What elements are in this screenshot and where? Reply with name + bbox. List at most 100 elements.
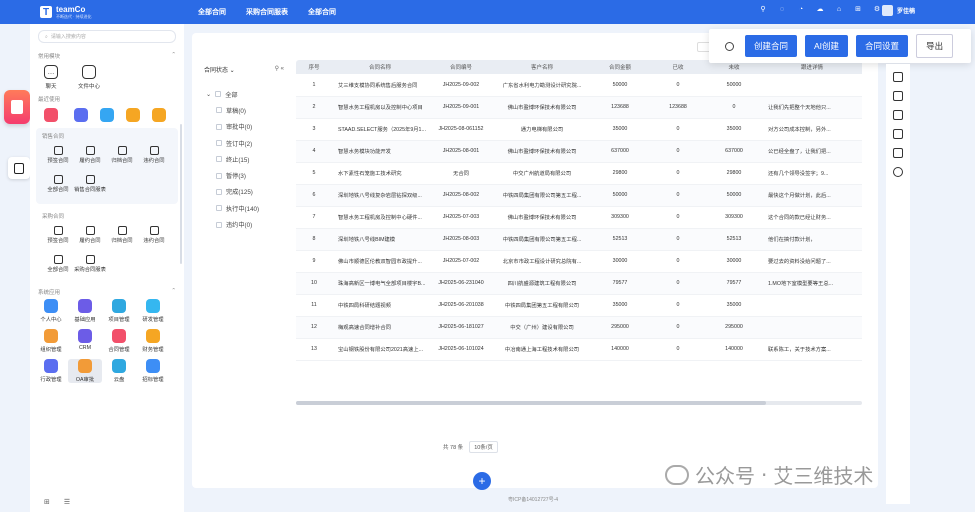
- filter-option-signing[interactable]: 签订中(2): [200, 135, 288, 151]
- column-header[interactable]: 合同编号: [428, 60, 494, 74]
- system-item-cloud[interactable]: 云盘: [102, 358, 136, 383]
- table-row[interactable]: 5 水下素性石笼施工技术研究 无合同 中交广州航道局有限公司 29800 0 29800 还有…: [296, 162, 862, 185]
- gear-icon[interactable]: [893, 167, 903, 177]
- cloud-icon[interactable]: ☁: [816, 6, 824, 14]
- purchase-item-all[interactable]: 全部合同: [42, 254, 74, 274]
- table-row[interactable]: 13 宝山钢铁股份有限公司2021高速上... JH2025-06-101024 中冶…: [296, 338, 862, 361]
- home-icon[interactable]: ⌂: [835, 6, 843, 14]
- sidebar-search-input[interactable]: ⌕ 请输入搜索内容: [38, 30, 176, 43]
- system-item-bid[interactable]: 招标管理: [136, 358, 170, 383]
- system-item-org[interactable]: 组织管理: [34, 328, 68, 353]
- system-item-admin[interactable]: 行政管理: [34, 358, 68, 383]
- sales-item-archive[interactable]: 归档合同: [106, 146, 138, 165]
- column-header[interactable]: 已收: [650, 60, 706, 74]
- contract-settings-button[interactable]: 合同设置: [856, 35, 909, 57]
- grid-view-icon[interactable]: ⊞: [44, 498, 50, 506]
- system-item-personal[interactable]: 个人中心: [34, 298, 68, 323]
- apps-icon[interactable]: ⊞: [854, 6, 862, 14]
- filter-option-breach[interactable]: 违约中(0): [200, 216, 288, 232]
- filter-option-executing[interactable]: 执行中(140): [200, 200, 288, 216]
- table-row[interactable]: 8 深圳地铁八号线BIM建模 JH2025-08-003 中铁四局集团有限公司第五工程…: [296, 228, 862, 251]
- table-row[interactable]: 1 艾三维支模协同系统售后服务合同 JH2025-09-002 广东省水利电力勘测设计…: [296, 74, 862, 97]
- recent-app-2[interactable]: [72, 108, 90, 122]
- pen-icon[interactable]: [893, 148, 903, 158]
- system-item-oa[interactable]: OA审批: [68, 358, 102, 383]
- user-menu[interactable]: 罗佳楠: [881, 5, 915, 16]
- filter-option-terminated[interactable]: 终止(15): [200, 151, 288, 167]
- table-row[interactable]: 2 智慧水务工程机房以及控制中心项目 JH2025-09-001 佛山市盈博环保技术有…: [296, 96, 862, 119]
- collapse-icon[interactable]: «: [281, 66, 284, 72]
- filter-option-paused[interactable]: 暂停(3): [200, 167, 288, 183]
- system-item-finance[interactable]: 财务管理: [136, 328, 170, 353]
- settings-icon[interactable]: ⚙: [873, 6, 881, 14]
- column-header[interactable]: 合同名称: [332, 60, 428, 74]
- filter-title[interactable]: 合同状态 ⌄: [204, 65, 235, 74]
- table-row[interactable]: 12 梅观高速合同增补合同 JH2025-06-181027 中交（广州）建设有限公司…: [296, 316, 862, 339]
- table-row[interactable]: 11 中铁四局科研结题视频 JH2025-06-201038 中铁四局集团第五工程有限…: [296, 294, 862, 317]
- floating-app-icon[interactable]: [4, 90, 30, 124]
- folder-icon[interactable]: [893, 91, 903, 101]
- sales-item-breach[interactable]: 违约合同: [138, 146, 170, 165]
- column-header[interactable]: 序号: [296, 60, 332, 74]
- checkbox[interactable]: [216, 221, 222, 228]
- sales-item-presign[interactable]: 预签合同: [42, 146, 74, 165]
- checkbox[interactable]: [216, 188, 222, 195]
- checkbox[interactable]: [216, 172, 222, 179]
- message-icon[interactable]: ◌: [778, 6, 786, 14]
- column-header[interactable]: 合同金额: [590, 60, 650, 74]
- system-item-rd[interactable]: 研发管理: [136, 298, 170, 323]
- system-item-crm[interactable]: CRM: [68, 328, 102, 353]
- user-edit-icon[interactable]: [893, 129, 903, 139]
- list-view-icon[interactable]: ☰: [64, 498, 70, 506]
- pin-icon[interactable]: ⚲: [759, 6, 767, 14]
- system-item-project[interactable]: 项目管理: [102, 298, 136, 323]
- recent-app-1[interactable]: [38, 108, 64, 122]
- ai-create-button[interactable]: AI创建: [805, 35, 849, 57]
- table-row[interactable]: 3 STAAD.SELECT服务（2025年9月1... JH2025-08-061…: [296, 118, 862, 141]
- sidebar-scrollbar[interactable]: [180, 124, 182, 264]
- checkbox[interactable]: [216, 107, 222, 114]
- chevron-up-icon[interactable]: ⌃: [171, 288, 176, 296]
- table-row[interactable]: 9 佛山市顺德区伦教双智园市政提升... JH2025-07-002 北京市市政工程设…: [296, 250, 862, 273]
- checkbox[interactable]: [216, 123, 222, 130]
- sales-item-perform[interactable]: 履约合同: [74, 146, 106, 165]
- checkbox[interactable]: [215, 91, 222, 98]
- table-row[interactable]: 6 深圳地铁八号线复杂岩层钻探双级... JH2025-08-002 中铁四局集团有限…: [296, 184, 862, 207]
- filter-option-completed[interactable]: 完成(125): [200, 184, 288, 200]
- sidebar-item-files[interactable]: 文件中心: [76, 65, 102, 90]
- sales-item-all[interactable]: 全部合同: [42, 174, 74, 194]
- system-item-basic[interactable]: 基础应用: [68, 298, 102, 323]
- chevron-up-icon[interactable]: ⌃: [171, 52, 176, 60]
- monitor-icon[interactable]: [893, 110, 903, 120]
- nav-item-all-contracts-2[interactable]: 全部合同: [308, 7, 336, 17]
- user-add-icon[interactable]: [893, 72, 903, 82]
- column-header[interactable]: 客户名称: [494, 60, 590, 74]
- table-row[interactable]: 4 智慧水务模块功能开发 JH2025-08-001 佛山市盈博环保技术有限公司 637…: [296, 140, 862, 163]
- brand-logo[interactable]: T teamCo 不断迭代 · 持续进化: [0, 5, 190, 19]
- table-row[interactable]: 10 珠海高新区一博电气全部项目楼宇B... JH2025-06-231040 四川航…: [296, 272, 862, 295]
- recent-app-3[interactable]: [98, 108, 116, 122]
- checkbox[interactable]: [216, 140, 222, 147]
- nav-item-all-contracts[interactable]: 全部合同: [198, 7, 226, 17]
- add-fab-button[interactable]: +: [473, 472, 491, 490]
- recent-app-5[interactable]: [150, 108, 168, 122]
- sales-item-report[interactable]: 销售合同服表: [74, 174, 106, 194]
- export-button[interactable]: 导出: [916, 34, 954, 58]
- purchase-item-breach[interactable]: 违约合同: [138, 225, 170, 245]
- sidebar-item-chat[interactable]: … 聊天: [38, 65, 64, 90]
- search-button[interactable]: [721, 38, 737, 54]
- purchase-item-presign[interactable]: 预签合同: [42, 225, 74, 245]
- filter-option-all[interactable]: ⌄ 全部: [200, 86, 288, 102]
- bell-icon[interactable]: ◔: [797, 6, 805, 14]
- purchase-item-perform[interactable]: 履约合同: [74, 225, 106, 245]
- system-item-contract[interactable]: 合同管理: [102, 328, 136, 353]
- purchase-item-report[interactable]: 采购合同服表: [74, 254, 106, 274]
- purchase-item-archive[interactable]: 归档合同: [106, 225, 138, 245]
- page-size-select[interactable]: 10条/页: [469, 441, 498, 453]
- floating-doc-icon[interactable]: [8, 157, 30, 179]
- recent-app-4[interactable]: [124, 108, 142, 122]
- filter-option-draft[interactable]: 草稿(0): [200, 102, 288, 118]
- nav-item-purchase-report[interactable]: 采购合同服表: [246, 7, 288, 17]
- filter-option-approving[interactable]: 审批中(0): [200, 119, 288, 135]
- create-contract-button[interactable]: 创建合同: [745, 35, 798, 57]
